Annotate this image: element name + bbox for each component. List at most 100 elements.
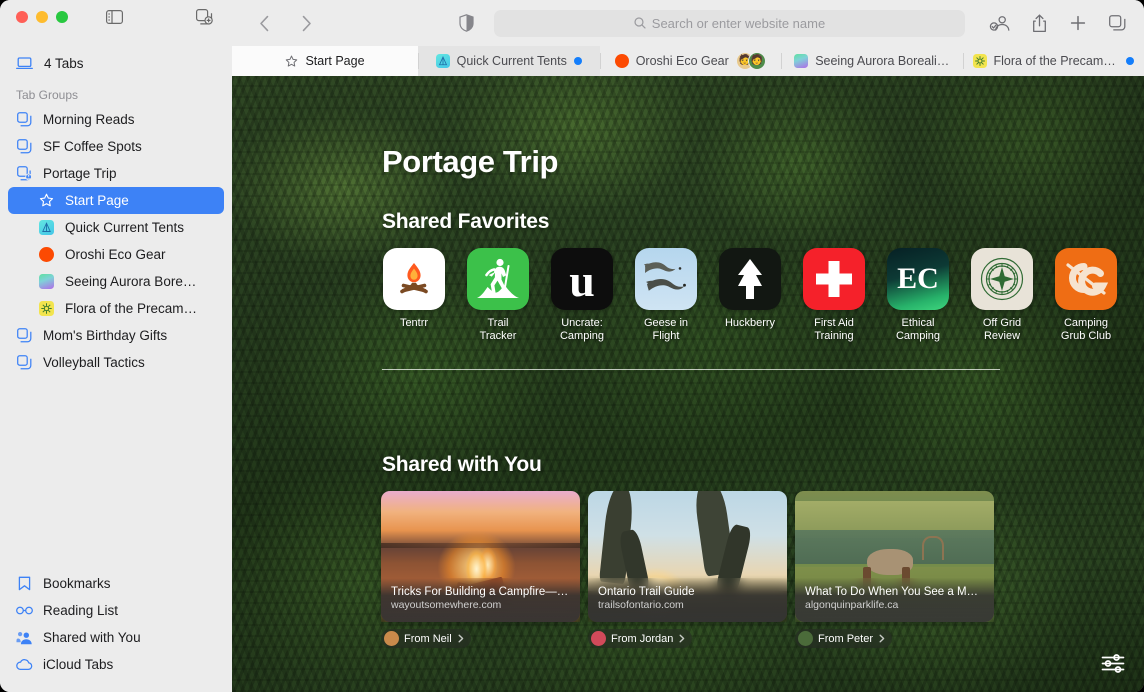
people-icon — [16, 629, 33, 646]
shared-card-ontario-trail[interactable]: Ontario Trail Guide trailsofontario.com … — [588, 491, 787, 648]
new-tab-group-icon[interactable] — [192, 5, 216, 29]
address-bar-placeholder: Search or enter website name — [651, 15, 826, 31]
sidebar-item-oroshi-eco-gear[interactable]: Oroshi Eco Gear — [8, 241, 224, 268]
toolbar-actions — [975, 10, 1130, 36]
favorites-row: Tentrr Trail Tracker u Uncrate: Camping … — [380, 248, 1120, 342]
tab-oroshi-eco-gear[interactable]: Oroshi Eco Gear 🧑 🧑 — [599, 46, 781, 76]
tab-group-icon — [16, 111, 33, 128]
tabs-count-row[interactable]: 4 Tabs — [0, 48, 232, 78]
tab-overview-icon[interactable] — [1104, 10, 1130, 36]
sidebar-item-start-page[interactable]: Start Page — [8, 187, 224, 214]
forward-button[interactable] — [292, 9, 320, 37]
shared-from-chip[interactable]: From Peter — [795, 629, 893, 648]
sidebar-item-flora-precambrian[interactable]: Flora of the Precam… — [8, 295, 224, 322]
sidebar-item-quick-current-tents[interactable]: Quick Current Tents — [8, 214, 224, 241]
tab-group-shared-icon — [16, 165, 33, 182]
letters-cg-icon — [1055, 248, 1117, 310]
sidebar-item-label: Oroshi Eco Gear — [65, 247, 166, 262]
shared-from-chip[interactable]: From Jordan — [588, 629, 693, 648]
card-domain: wayoutsomewhere.com — [391, 599, 502, 612]
site-favicon-flora — [972, 54, 987, 68]
zoom-window-button[interactable] — [56, 11, 68, 23]
site-favicon-tents — [435, 54, 450, 68]
sidebar-item-moms-birthday-gifts[interactable]: Mom's Birthday Gifts — [8, 322, 224, 349]
close-window-button[interactable] — [16, 11, 28, 23]
start-page-scroll: Portage Trip Shared Favorites Tentrr Tra… — [232, 76, 1144, 692]
elk-grazing-by-pond-photo[interactable]: What To Do When You See a Moo… algonquin… — [795, 491, 994, 622]
favorite-huckberry[interactable]: Huckberry — [716, 248, 784, 342]
sidebar-item-bookmarks[interactable]: Bookmarks — [8, 570, 224, 597]
hiker-icon — [467, 248, 529, 310]
sidebar-toggle-icon[interactable] — [102, 5, 126, 29]
tab-seeing-aurora[interactable]: Seeing Aurora Boreali… — [781, 46, 963, 76]
bookmark-icon — [16, 575, 33, 592]
favorite-geese-in-flight[interactable]: Geese in Flight — [632, 248, 700, 342]
shared-with-you-row: Tricks For Building a Campfire—F… wayout… — [381, 491, 994, 648]
sidebar-item-morning-reads[interactable]: Morning Reads — [8, 106, 224, 133]
campfire-at-sunset-photo[interactable]: Tricks For Building a Campfire—F… wayout… — [381, 491, 580, 622]
sidebar-item-sf-coffee-spots[interactable]: SF Coffee Spots — [8, 133, 224, 160]
tab-label: Oroshi Eco Gear — [635, 54, 729, 68]
card-meta: What To Do When You See a Moo… algonquin… — [795, 577, 994, 622]
safari-window: 4 Tabs Tab Groups Morning Reads SF Coffe… — [0, 0, 1144, 692]
window-controls — [0, 0, 232, 34]
tab-quick-current-tents[interactable]: Quick Current Tents — [418, 46, 600, 76]
shared-from-label: From Neil — [404, 632, 452, 645]
sidebar-item-volleyball-tactics[interactable]: Volleyball Tactics — [8, 349, 224, 376]
sidebar-item-label: Volleyball Tactics — [43, 355, 145, 370]
sidebar-item-label: Start Page — [65, 193, 129, 208]
favorite-label: Geese in Flight — [643, 317, 689, 342]
favorite-label: Huckberry — [724, 317, 776, 329]
address-bar[interactable]: Search or enter website name — [494, 9, 965, 37]
sidebar-item-label: Reading List — [43, 603, 119, 618]
minimize-window-button[interactable] — [36, 11, 48, 23]
toolbar: Search or enter website name — [232, 0, 1144, 46]
sidebar-item-label: Portage Trip — [43, 166, 117, 181]
sidebar-item-label: Shared with You — [43, 630, 141, 645]
sidebar-item-shared-with-you[interactable]: Shared with You — [8, 624, 224, 651]
favorite-label: Camping Grub Club — [1060, 317, 1112, 342]
privacy-shield-icon[interactable] — [452, 9, 480, 37]
tab-label: Flora of the Precambi… — [993, 54, 1120, 68]
sidebar-item-seeing-aurora[interactable]: Seeing Aurora Bore… — [8, 268, 224, 295]
chevron-right-icon — [458, 634, 464, 643]
hikers-silhouette-sunset-photo[interactable]: Ontario Trail Guide trailsofontario.com — [588, 491, 787, 622]
site-favicon-tents — [38, 219, 55, 236]
shared-from-chip[interactable]: From Neil — [381, 629, 471, 648]
favorite-trail-tracker[interactable]: Trail Tracker — [464, 248, 532, 342]
favorite-label: Tentrr — [399, 317, 429, 329]
tab-label: Start Page — [305, 54, 365, 68]
back-button[interactable] — [250, 9, 278, 37]
favorite-uncrate-camping[interactable]: u Uncrate: Camping — [548, 248, 616, 342]
shared-from-label: From Jordan — [611, 632, 674, 645]
page-settings-button[interactable] — [1098, 650, 1128, 676]
share-icon[interactable] — [1026, 10, 1052, 36]
sidebar-item-label: Flora of the Precam… — [65, 301, 198, 316]
glasses-icon — [16, 602, 33, 619]
shared-card-moose[interactable]: What To Do When You See a Moo… algonquin… — [795, 491, 994, 648]
tab-group-icon — [16, 354, 33, 371]
favorite-off-grid-review[interactable]: Off Grid Review — [968, 248, 1036, 342]
sidebar-item-icloud-tabs[interactable]: iCloud Tabs — [8, 651, 224, 678]
favorite-label: Ethical Camping — [895, 317, 941, 342]
tab-participants-avatars: 🧑 🧑 — [735, 52, 766, 70]
card-meta: Ontario Trail Guide trailsofontario.com — [588, 577, 787, 622]
plus-icon[interactable] — [1065, 10, 1091, 36]
favorite-camping-grub-club[interactable]: Camping Grub Club — [1052, 248, 1120, 342]
tab-start-page[interactable]: Start Page — [232, 46, 418, 76]
laptop-icon — [16, 56, 33, 70]
card-meta: Tricks For Building a Campfire—F… wayout… — [381, 577, 580, 622]
cloud-icon — [16, 656, 33, 673]
unread-badge-icon — [573, 57, 582, 65]
sidebar-item-reading-list[interactable]: Reading List — [8, 597, 224, 624]
favorite-first-aid-training[interactable]: First Aid Training — [800, 248, 868, 342]
star-icon — [285, 55, 298, 68]
shared-card-campfire[interactable]: Tricks For Building a Campfire—F… wayout… — [381, 491, 580, 648]
favorite-tentrr[interactable]: Tentrr — [380, 248, 448, 342]
favorite-label: First Aid Training — [814, 317, 854, 342]
person-badge-icon[interactable] — [987, 10, 1013, 36]
tab-flora-precambrian[interactable]: Flora of the Precambi… — [962, 46, 1144, 76]
sidebar-item-portage-trip[interactable]: Portage Trip — [8, 160, 224, 187]
favorite-ethical-camping[interactable]: EC Ethical Camping — [884, 248, 952, 342]
